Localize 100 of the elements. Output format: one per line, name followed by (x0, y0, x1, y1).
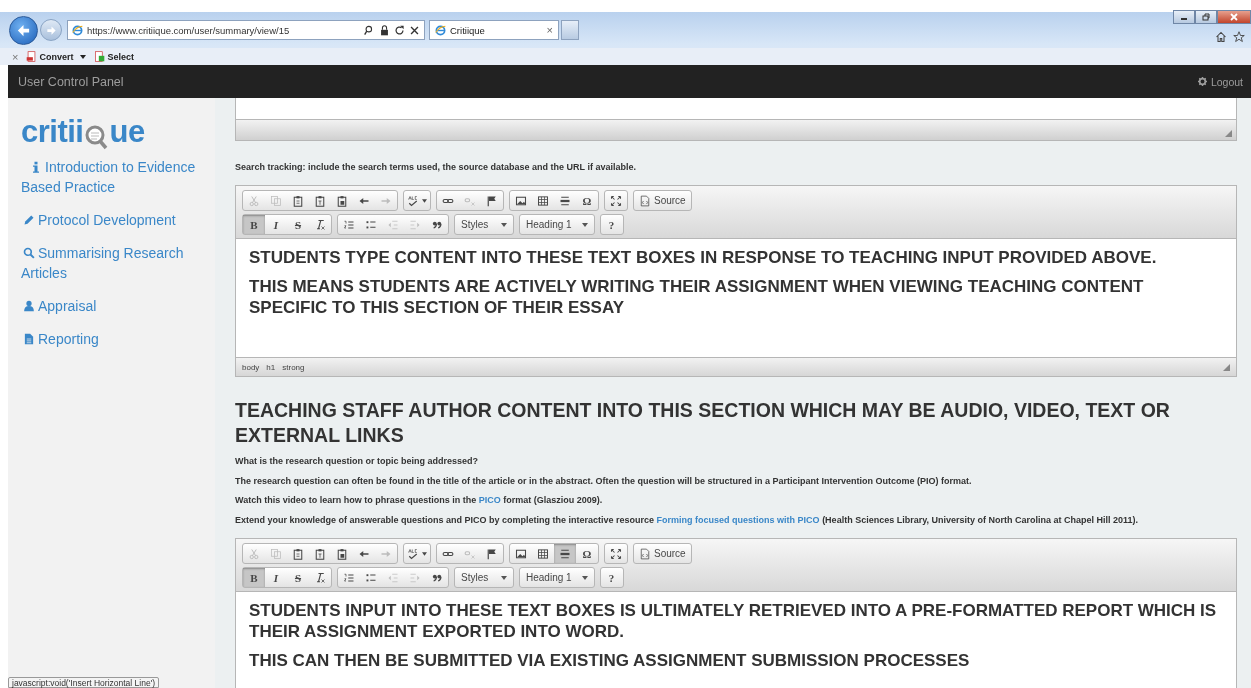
editor-paragraph: THIS CAN THEN BE SUBMITTED VIA EXISTING ASSIGNMENT SUBMISSION PROCESSES (249, 650, 971, 671)
toolbar-button[interactable]: ? (600, 215, 623, 234)
toolbar-button[interactable]: Convert (26, 51, 87, 62)
caret-icon (422, 198, 427, 203)
minimize-button[interactable] (1173, 10, 1195, 24)
format-dropdown[interactable]: Styles (455, 215, 513, 234)
element-path-item[interactable]: body (242, 362, 260, 372)
format-dropdown[interactable]: Heading 1 (520, 215, 594, 234)
sidebar-link[interactable]: Protocol Development (21, 210, 207, 230)
source-button[interactable]: Source (634, 544, 691, 563)
copy-icon (270, 547, 282, 560)
url-text: https://www.critiique.com/user/summary/view/15 (87, 24, 291, 36)
sidebar-link[interactable]: Reporting (21, 329, 207, 349)
section-heading: TEACHING STAFF AUTHOR CONTENT INTO THIS SECTION WHICH MAY BE AUDIO, VIDEO, TEXT OR EXTERNAL LINKS (235, 398, 1171, 448)
element-path-item[interactable]: strong (282, 362, 305, 372)
text-editor-field[interactable] (235, 98, 1237, 141)
window-close-button[interactable] (1217, 10, 1251, 24)
star-icon[interactable] (1233, 31, 1245, 43)
maximize-button[interactable] (1195, 10, 1217, 24)
toolbar-button[interactable]: B (243, 568, 265, 587)
toolbar-button[interactable]: B (243, 215, 265, 234)
address-bar[interactable]: https://www.critiique.com/user/summary/view/15 (67, 20, 425, 40)
browser-tab[interactable]: Critiique × (429, 20, 559, 40)
instruction-text: Search tracking: include the search terms used, the source database and the URL if available. (235, 162, 637, 172)
horizontal-line-icon (559, 547, 571, 560)
indent-icon (409, 571, 421, 584)
resource-link[interactable]: Forming focused questions with PICO (656, 514, 820, 525)
remove-format-icon (314, 571, 326, 584)
table-grid-icon (537, 547, 549, 560)
outdent-icon (387, 218, 399, 231)
flag-icon (486, 194, 498, 207)
navbar-title[interactable]: User Control Panel (18, 74, 124, 89)
remove-format-icon (314, 218, 326, 231)
resize-grip-icon[interactable] (1223, 363, 1230, 371)
sidebar-link[interactable]: Appraisal (21, 296, 207, 316)
toolbar-button[interactable]: I (265, 215, 287, 234)
close-toolbar-button[interactable]: × (12, 50, 19, 63)
indent-icon (409, 218, 421, 231)
clipboard-doc-icon (336, 194, 348, 207)
browser-logo-icon (72, 24, 83, 36)
pdf-document-icon (26, 51, 38, 62)
source-button[interactable]: Source (634, 191, 691, 210)
instruction-text: The research question can often be found in the title of the article or in the abstract. Often the question will be structured in a Participant Intervention Outcome (PIO) format. (235, 475, 973, 487)
sidebar-link[interactable]: Summarising Research Articles (21, 243, 207, 283)
logout-link[interactable]: Logout (1197, 75, 1243, 88)
gear-icon (1197, 77, 1207, 86)
clipboard-icon (292, 547, 304, 560)
left-arrow-icon (16, 22, 31, 38)
right-arrow-icon (45, 24, 57, 36)
tab-close-button[interactable]: × (546, 24, 553, 36)
tab-title: Critiique (450, 24, 486, 36)
caret-icon (581, 575, 588, 580)
toolbar-button[interactable]: I (265, 568, 287, 587)
copy-icon (270, 194, 282, 207)
table-grid-icon (537, 194, 549, 207)
editor-paragraph: THIS MEANS STUDENTS ARE ACTIVELY WRITING THEIR ASSIGNMENT WHEN VIEWING TEACHING CONTENT SPECIFIC TO THIS SECTION OF THEIR ESSAY (249, 276, 1145, 318)
maximize-icon (610, 547, 622, 560)
toolbar-button[interactable]: Ω (576, 544, 598, 563)
refresh-icon[interactable] (394, 24, 405, 36)
caret-icon (80, 54, 87, 59)
outdent-icon (387, 571, 399, 584)
toolbar-button[interactable]: S (287, 568, 309, 587)
format-dropdown[interactable]: Heading 1 (520, 568, 594, 587)
format-dropdown[interactable]: Styles (455, 568, 513, 587)
restore-icon (1202, 13, 1210, 21)
element-path-item[interactable]: h1 (266, 362, 276, 372)
scissors-icon (248, 547, 260, 560)
info-icon (30, 161, 42, 173)
sidebar-link[interactable]: Introduction to Evidence Based Practice (21, 157, 207, 197)
toolbar-button[interactable]: Select (94, 51, 134, 62)
clipboard-doc-icon (336, 547, 348, 560)
toolbar-button[interactable] (554, 544, 576, 563)
close-icon[interactable] (409, 24, 420, 36)
scissors-icon (248, 194, 260, 207)
instruction-text: Watch this video to learn how to phrase questions in the PICO format (Glasziou 2009). (235, 495, 604, 506)
image-icon (515, 547, 527, 560)
toolbar-button[interactable]: Ω (576, 191, 598, 210)
spellcheck-icon (407, 547, 419, 560)
instruction-text: What is the research question or topic being addressed? (235, 456, 480, 467)
toolbar-button[interactable]: ? (600, 568, 623, 587)
source-document-icon (639, 547, 651, 560)
caret-icon (501, 575, 507, 580)
caret-icon (501, 222, 507, 227)
search-icon (23, 247, 35, 259)
browser-logo-icon (435, 24, 446, 36)
editor-paragraph: STUDENTS INPUT INTO THESE TEXT BOXES IS ULTIMATELY RETRIEVED INTO A PRE-FORMATTED REPORT WHICH IS THEIR ASSIGNMENT EXPORTED INTO WORD. (249, 600, 1218, 642)
toolbar-button[interactable]: S (287, 215, 309, 234)
home-icon[interactable] (1215, 31, 1227, 43)
rich-text-field[interactable] (236, 592, 1236, 688)
spellcheck-icon (407, 194, 419, 207)
rich-text-field[interactable] (236, 239, 1236, 357)
lock-icon[interactable] (379, 24, 390, 36)
close-icon (1230, 13, 1238, 21)
select-document-icon (94, 51, 106, 62)
search-icon[interactable] (364, 24, 375, 36)
clipboard-text-icon (314, 194, 326, 207)
editor-paragraph: STUDENTS TYPE CONTENT INTO THESE TEXT BOXES IN RESPONSE TO TEACHING INPUT PROVIDED ABOVE. (249, 247, 1158, 268)
back-button[interactable] (9, 15, 38, 45)
resize-grip-icon[interactable] (1225, 130, 1232, 137)
caret-icon (581, 222, 588, 227)
